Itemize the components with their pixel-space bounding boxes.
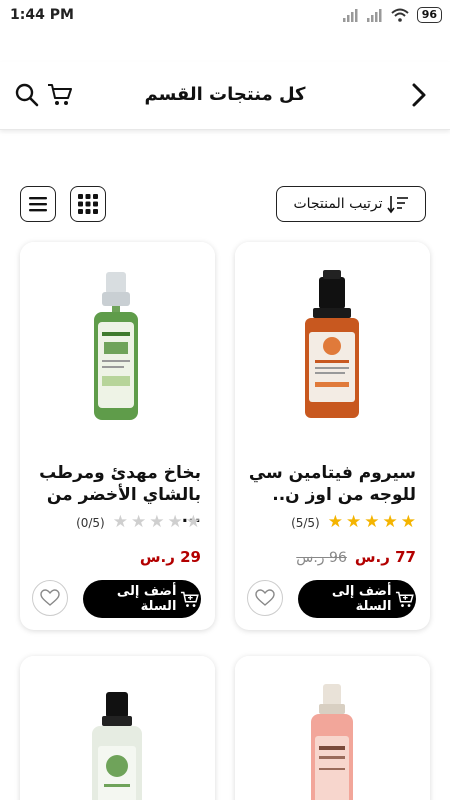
add-to-cart-label: أضف إلى السلة — [116, 584, 177, 614]
product-name[interactable]: سيروم فيتامين سي للوجه من اوز ن.. — [247, 462, 416, 506]
product-card[interactable] — [20, 656, 215, 800]
grid-view-button[interactable] — [70, 186, 106, 222]
grid-view-icon — [78, 194, 98, 214]
add-to-cart-icon — [181, 591, 200, 607]
star-icon: ★ — [346, 512, 362, 532]
rating-count: (5/5) — [291, 515, 320, 530]
product-image[interactable] — [235, 656, 430, 800]
back-arrow-icon — [412, 83, 426, 107]
heart-icon — [255, 589, 275, 606]
favorite-button[interactable] — [247, 580, 283, 616]
add-to-cart-button[interactable]: أضف إلى السلة — [83, 580, 201, 618]
price-row: 77 ر.س 96 ر.س — [296, 548, 416, 566]
product-image[interactable] — [20, 656, 215, 800]
app-header: كل منتجات القسم — [0, 62, 450, 130]
product-card[interactable]: بخاخ مهدئ ومرطب بالشاي الأخضر من ... ★ ★… — [20, 242, 215, 630]
star-icon: ★ — [149, 512, 165, 532]
product-price: 77 ر.س — [354, 548, 416, 566]
star-icon: ★ — [167, 512, 183, 532]
battery-indicator: 96 — [416, 7, 442, 23]
status-bar: 1:44 PM 96 — [0, 0, 450, 32]
sort-icon — [386, 196, 408, 214]
product-card[interactable] — [235, 656, 430, 800]
star-icon: ★ — [382, 512, 398, 532]
star-icon: ★ — [131, 512, 147, 532]
heart-icon — [40, 589, 60, 606]
toolbar: ترتيب المنتجات — [0, 186, 450, 222]
back-button[interactable] — [406, 82, 432, 108]
sort-button[interactable]: ترتيب المنتجات — [276, 186, 426, 222]
star-icon: ★ — [364, 512, 380, 532]
product-rating: ★ ★ ★ ★ ★ (5/5) — [291, 514, 416, 531]
star-icon: ★ — [112, 512, 128, 532]
status-time: 1:44 PM — [10, 7, 74, 23]
list-view-icon — [29, 197, 47, 212]
add-to-cart-button[interactable]: أضف إلى السلة — [298, 580, 416, 618]
product-price: 29 ر.س — [139, 548, 201, 566]
add-to-cart-icon — [396, 591, 415, 607]
star-icon: ★ — [327, 512, 343, 532]
signal-icon — [342, 8, 358, 22]
signal-icon-2 — [366, 8, 382, 22]
favorite-button[interactable] — [32, 580, 68, 616]
product-image[interactable] — [20, 242, 215, 432]
add-to-cart-label: أضف إلى السلة — [331, 584, 392, 614]
product-old-price: 96 ر.س — [296, 550, 347, 566]
star-icon: ★ — [185, 512, 201, 532]
wifi-icon — [391, 8, 409, 22]
product-image[interactable] — [235, 242, 430, 432]
star-icon: ★ — [400, 512, 416, 532]
list-view-button[interactable] — [20, 186, 56, 222]
sort-label: ترتيب المنتجات — [293, 196, 383, 212]
price-row: 29 ر.س — [140, 548, 201, 566]
product-rating: ★ ★ ★ ★ ★ (0/5) — [76, 514, 201, 531]
page-title: كل منتجات القسم — [144, 84, 306, 105]
status-icons: 96 — [342, 7, 442, 23]
rating-count: (0/5) — [76, 515, 105, 530]
product-card[interactable]: سيروم فيتامين سي للوجه من اوز ن.. ★ ★ ★ … — [235, 242, 430, 630]
